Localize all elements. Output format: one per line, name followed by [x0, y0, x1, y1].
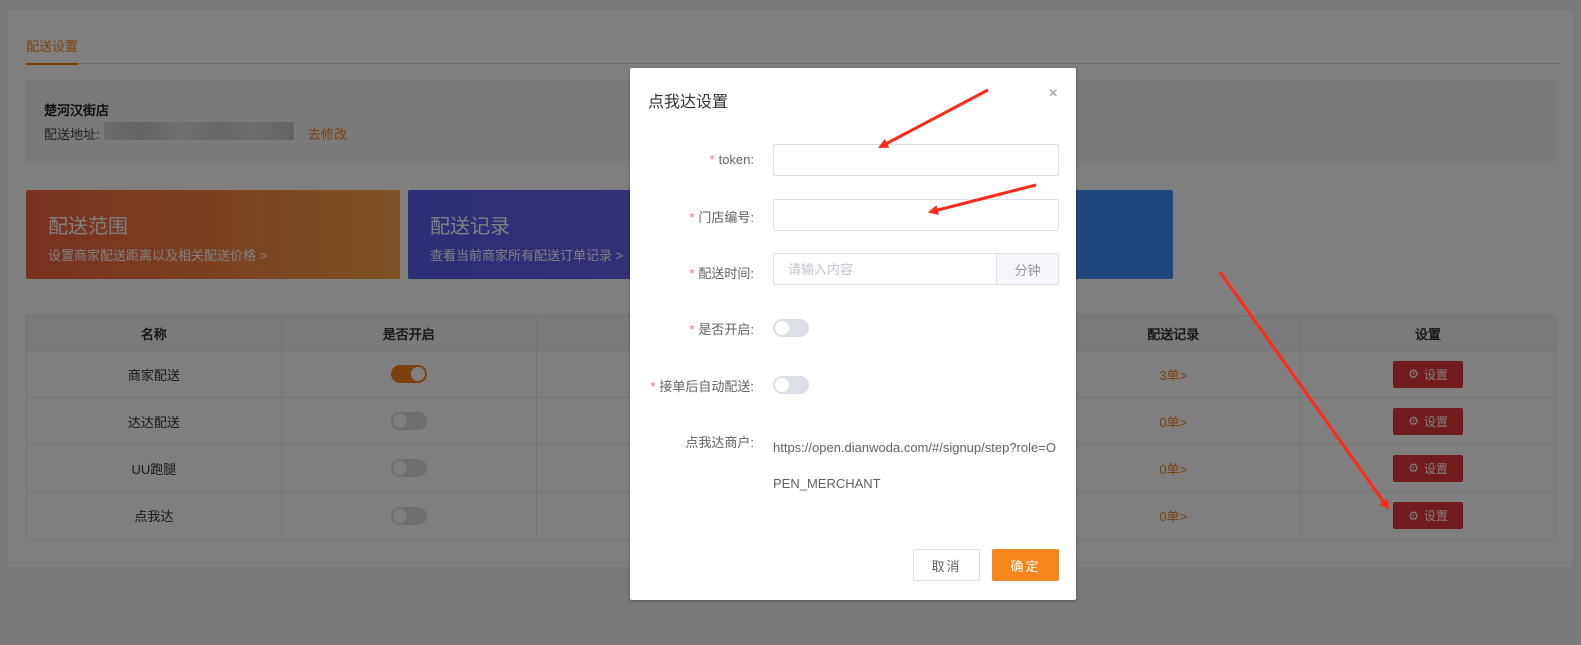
minutes-suffix: 分钟: [996, 253, 1059, 285]
enabled-toggle[interactable]: [773, 319, 809, 337]
cancel-button[interactable]: 取消: [913, 549, 980, 581]
auto-dispatch-label: * 接单后自动配送:: [650, 379, 754, 394]
confirm-button[interactable]: 确定: [992, 549, 1059, 581]
close-icon[interactable]: ×: [1049, 86, 1058, 102]
merchant-signup-url[interactable]: https://open.dianwoda.com/#/signup/step?…: [773, 430, 1063, 502]
delivery-time-input[interactable]: [773, 253, 996, 285]
store-code-input[interactable]: [773, 199, 1059, 231]
merchant-label: 点我达商户:: [685, 435, 754, 450]
delivery-time-label: * 配送时间:: [689, 266, 754, 281]
dialog-title: 点我达设置: [648, 94, 729, 111]
dianwoda-settings-dialog: 点我达设置 × *token: *门店编号: *配送时间: 分钟 *是否开启: …: [630, 68, 1076, 600]
token-input[interactable]: [773, 144, 1059, 176]
auto-dispatch-toggle[interactable]: [773, 376, 809, 394]
token-label: * token:: [709, 152, 754, 167]
enabled-label: * 是否开启:: [689, 322, 754, 337]
store-code-label: * 门店编号:: [689, 210, 754, 225]
delivery-time-group: 分钟: [773, 253, 1059, 285]
